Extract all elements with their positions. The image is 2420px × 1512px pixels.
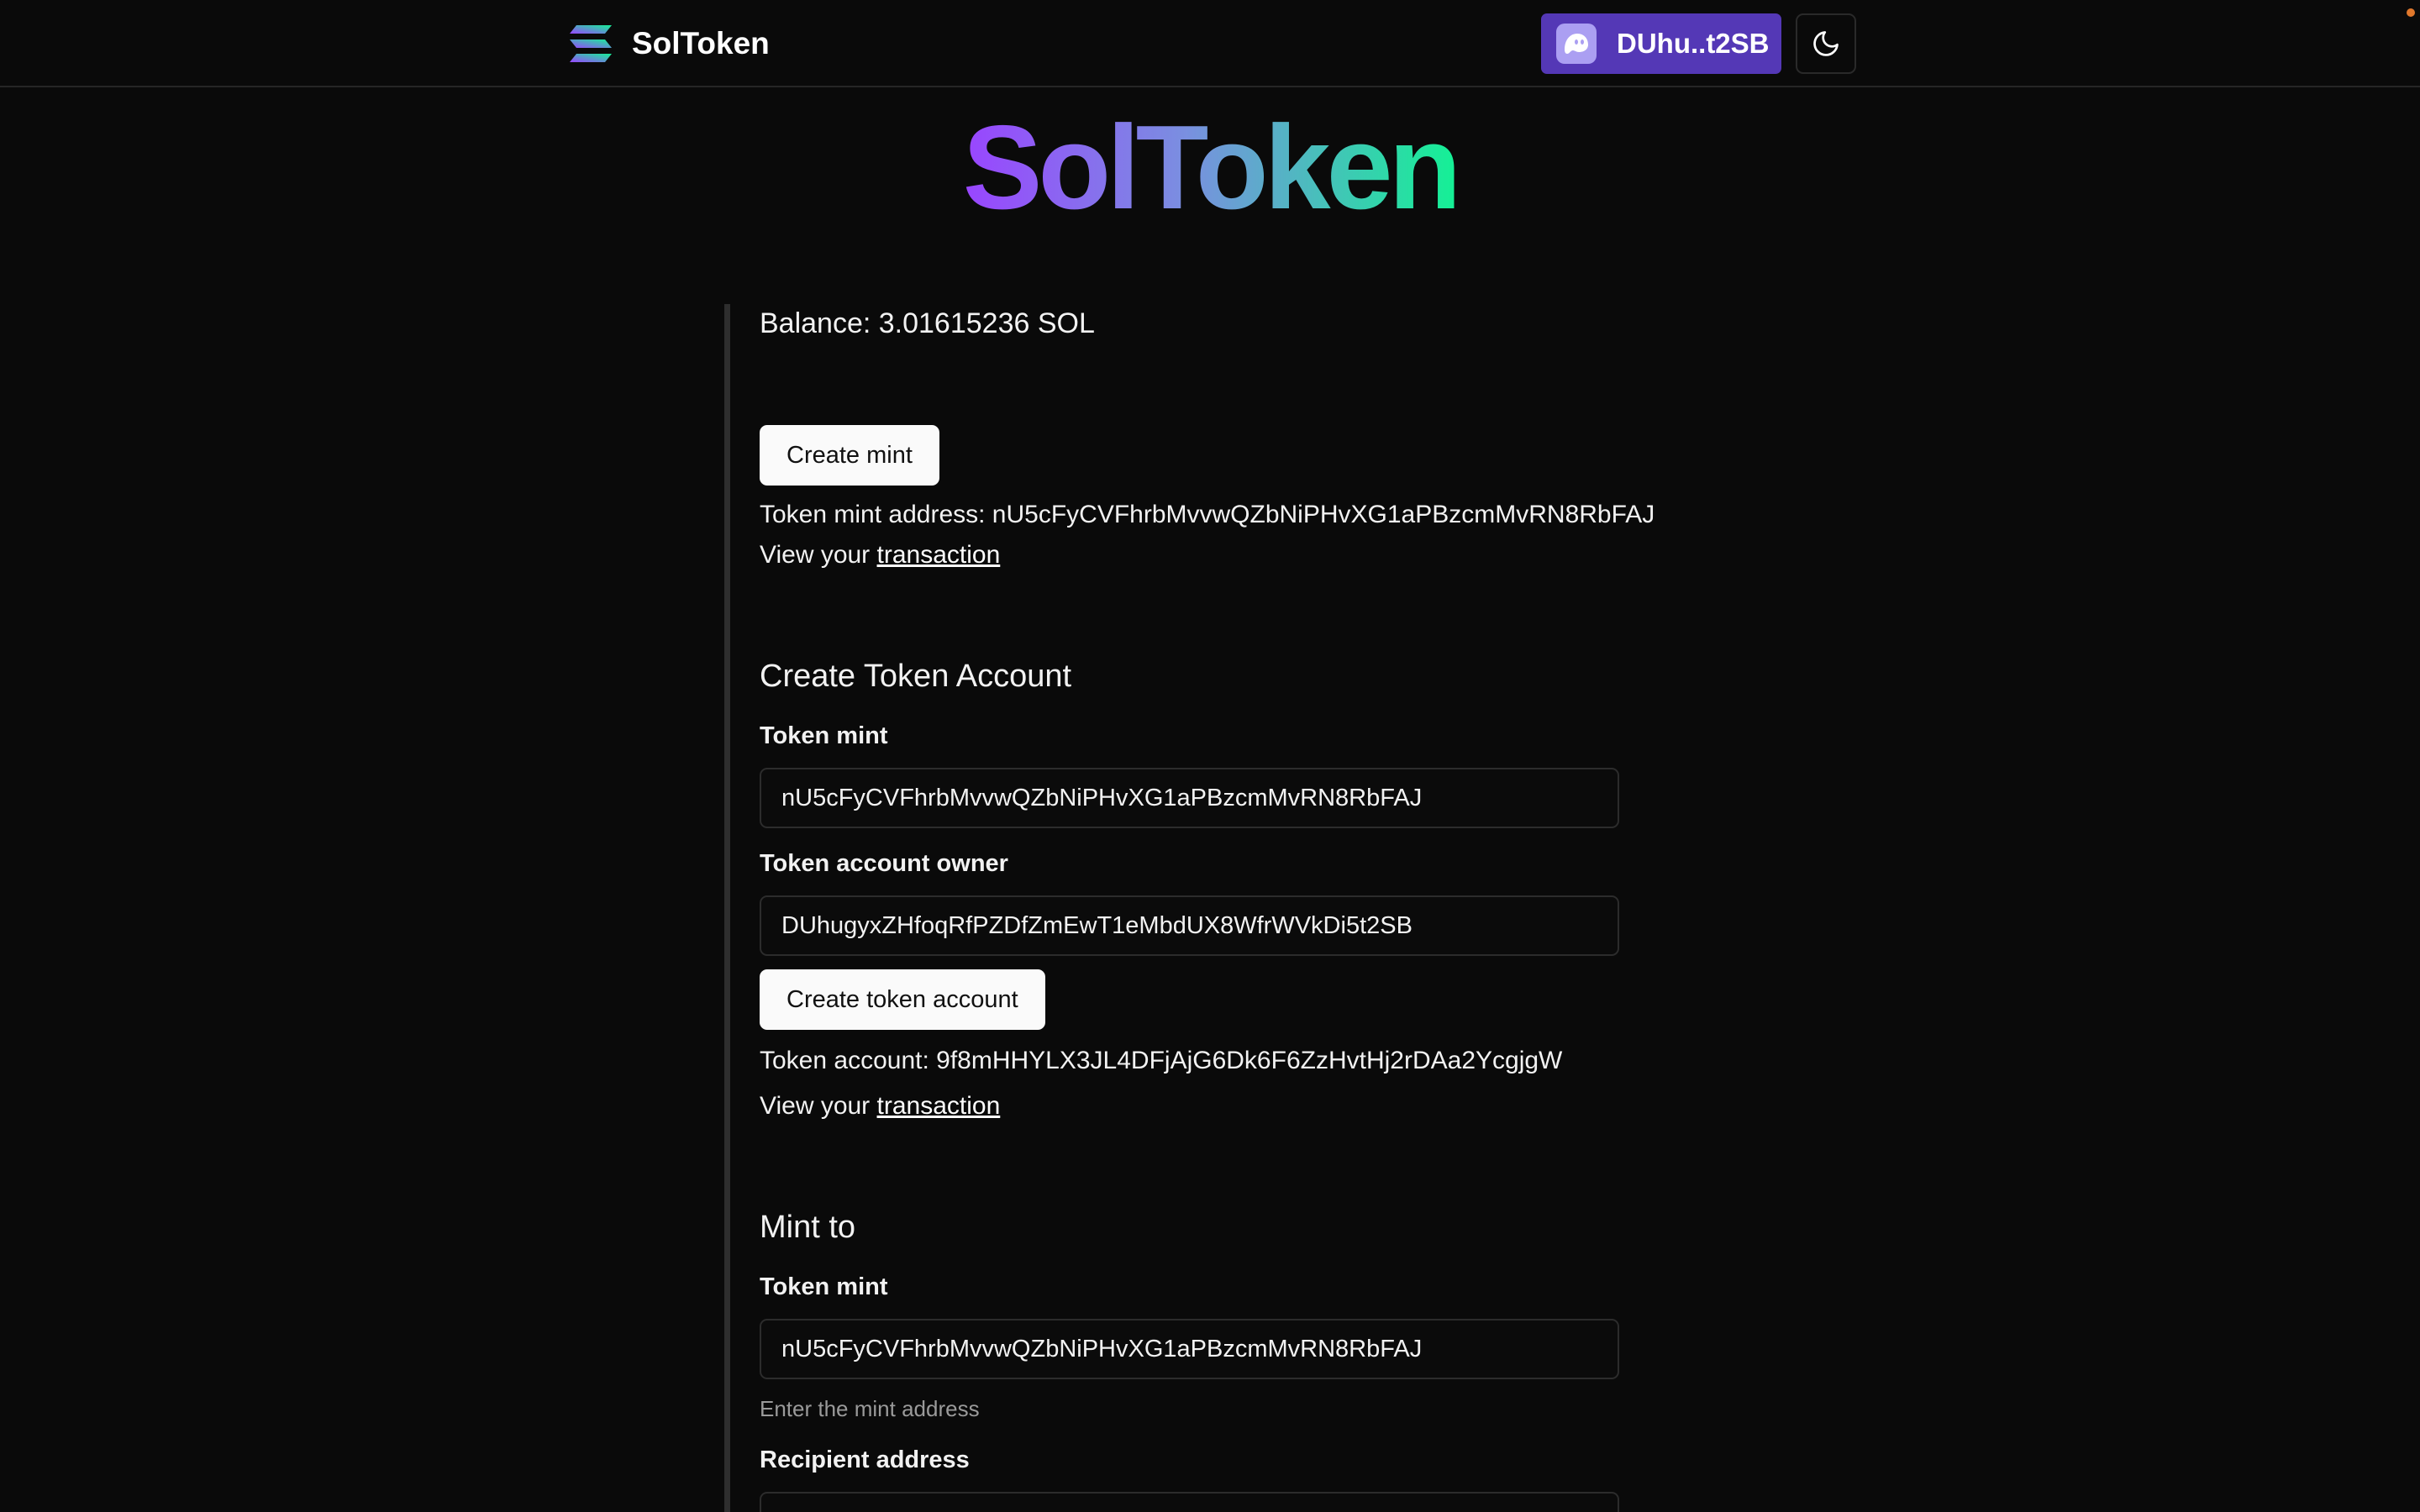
solana-logo-icon bbox=[570, 25, 612, 62]
top-navbar: SolToken DUhu..t2SB bbox=[0, 0, 2420, 87]
token-account-owner-label: Token account owner bbox=[760, 850, 1008, 877]
brand[interactable]: SolToken bbox=[568, 22, 770, 66]
token-mint-label: Token mint bbox=[760, 722, 888, 749]
token-account-owner-input[interactable]: DUhugyxZHfoqRfPZDfZmEwT1eMbdUX8WfrWVkDi5… bbox=[760, 895, 1619, 956]
view-transaction-line: View your transaction bbox=[760, 541, 1000, 570]
create-mint-button[interactable]: Create mint bbox=[760, 425, 939, 486]
app-name: SolToken bbox=[632, 26, 770, 60]
recipient-address-input[interactable] bbox=[760, 1492, 1619, 1512]
view-prefix: View your bbox=[760, 1092, 871, 1120]
token-mint-input[interactable]: nU5cFyCVFhrbMvvwQZbNiPHvXG1aPBzcmMvRN8Rb… bbox=[760, 768, 1619, 828]
theme-toggle-button[interactable] bbox=[1796, 13, 1856, 74]
wallet-button[interactable]: DUhu..t2SB bbox=[1541, 13, 1781, 74]
moon-icon bbox=[1813, 31, 1839, 56]
hero-title: SolToken bbox=[962, 101, 1462, 234]
section-title-create-token-account: Create Token Account bbox=[760, 659, 1072, 694]
token-account-result-text: Token account: 9f8mHHYLX3JL4DFjAjG6Dk6F6… bbox=[760, 1047, 1563, 1074]
mint-to-token-mint-input[interactable]: nU5cFyCVFhrbMvvwQZbNiPHvXG1aPBzcmMvRN8Rb… bbox=[760, 1319, 1619, 1379]
phantom-ghost-icon bbox=[1556, 24, 1597, 64]
balance-text: Balance: 3.01615236 SOL bbox=[760, 307, 1095, 339]
view-transaction-line: View your transaction bbox=[760, 1092, 1000, 1121]
mint-address-helper-text: Enter the mint address bbox=[760, 1396, 980, 1421]
transaction-link[interactable]: transaction bbox=[877, 1092, 1001, 1120]
token-mint-label: Token mint bbox=[760, 1273, 888, 1300]
transaction-link[interactable]: transaction bbox=[877, 541, 1001, 569]
wallet-address-label: DUhu..t2SB bbox=[1617, 28, 1770, 59]
content-divider bbox=[724, 304, 730, 1512]
section-title-mint-to: Mint to bbox=[760, 1210, 856, 1245]
recipient-address-label: Recipient address bbox=[760, 1446, 970, 1473]
mint-address-text: Token mint address: nU5cFyCVFhrbMvvwQZbN… bbox=[760, 501, 1655, 528]
notification-dot bbox=[2407, 8, 2415, 17]
create-token-account-button[interactable]: Create token account bbox=[760, 969, 1045, 1030]
view-prefix: View your bbox=[760, 541, 871, 569]
